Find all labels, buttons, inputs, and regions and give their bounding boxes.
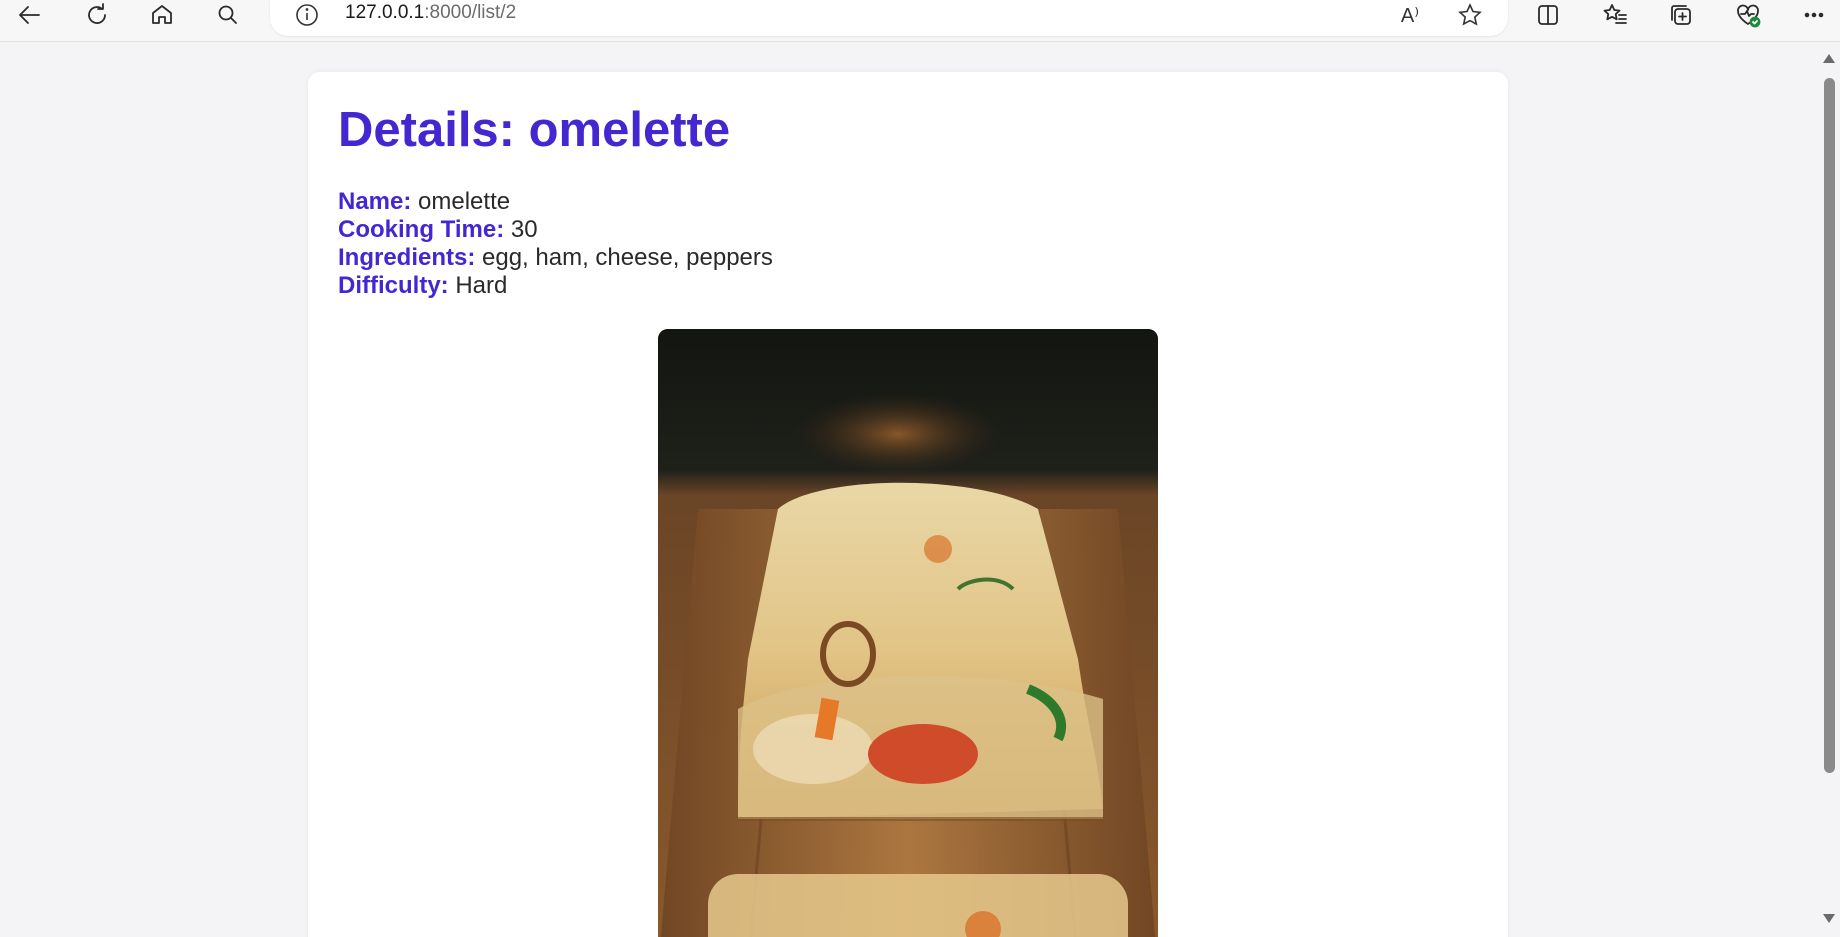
ingredients-value: egg, ham, cheese, peppers: [482, 244, 773, 271]
difficulty-value: Hard: [455, 272, 508, 299]
url-path: :8000/list/2: [424, 2, 517, 23]
back-button[interactable]: [8, 0, 52, 30]
split-screen-icon: [1538, 5, 1558, 25]
detail-row-ingredients: Ingredients: egg, ham, cheese, peppers: [338, 244, 773, 272]
more-button[interactable]: [1792, 0, 1836, 30]
browser-essentials-icon: [1737, 4, 1761, 28]
omelette-photo: [658, 329, 1158, 937]
search-icon: [218, 5, 237, 24]
back-icon: [19, 6, 40, 24]
page-scrollbar[interactable]: [1818, 42, 1840, 937]
collections-icon: [1671, 5, 1691, 25]
difficulty-label: Difficulty:: [338, 272, 449, 299]
cooking-time-label: Cooking Time:: [338, 216, 505, 243]
scrollbar-thumb[interactable]: [1824, 78, 1835, 773]
refresh-icon: [88, 3, 106, 24]
ingredients-label: Ingredients:: [338, 244, 476, 271]
detail-row-cooking-time: Cooking Time: 30: [338, 216, 773, 244]
search-button[interactable]: [206, 0, 250, 30]
cooking-time-value: 30: [510, 216, 538, 243]
favorite-star-icon[interactable]: [1452, 0, 1488, 30]
refresh-button[interactable]: [75, 0, 119, 30]
name-label: Name:: [338, 188, 412, 215]
details-card: Details: omelette Name: omelette Cooking…: [308, 72, 1508, 937]
page-title: Details: omelette: [338, 103, 731, 157]
split-screen-button[interactable]: [1526, 0, 1570, 30]
address-bar[interactable]: 127.0.0.1:8000/list/2 A⁾: [270, 0, 1508, 36]
url-host: 127.0.0.1: [345, 2, 425, 23]
detail-row-difficulty: Difficulty: Hard: [338, 272, 773, 300]
favorites-button[interactable]: [1593, 0, 1637, 30]
favorites-icon: [1603, 4, 1627, 24]
info-icon[interactable]: [294, 2, 320, 28]
home-icon: [152, 5, 172, 24]
url-text[interactable]: 127.0.0.1:8000/list/2: [345, 2, 516, 24]
recipe-details: Name: omelette Cooking Time: 30 Ingredie…: [338, 188, 773, 300]
more-icon: [1804, 12, 1824, 18]
scroll-down-arrow-icon[interactable]: [1823, 914, 1835, 923]
browser-toolbar: 127.0.0.1:8000/list/2 A⁾: [0, 0, 1840, 42]
recipe-image: [658, 329, 1158, 937]
collections-button[interactable]: [1659, 0, 1703, 30]
scroll-up-arrow-icon[interactable]: [1823, 54, 1835, 63]
detail-row-name: Name: omelette: [338, 188, 773, 216]
name-value: omelette: [418, 188, 511, 215]
read-aloud-icon[interactable]: A⁾: [1392, 0, 1428, 30]
home-button[interactable]: [140, 0, 184, 30]
browser-essentials-button[interactable]: [1726, 0, 1770, 30]
